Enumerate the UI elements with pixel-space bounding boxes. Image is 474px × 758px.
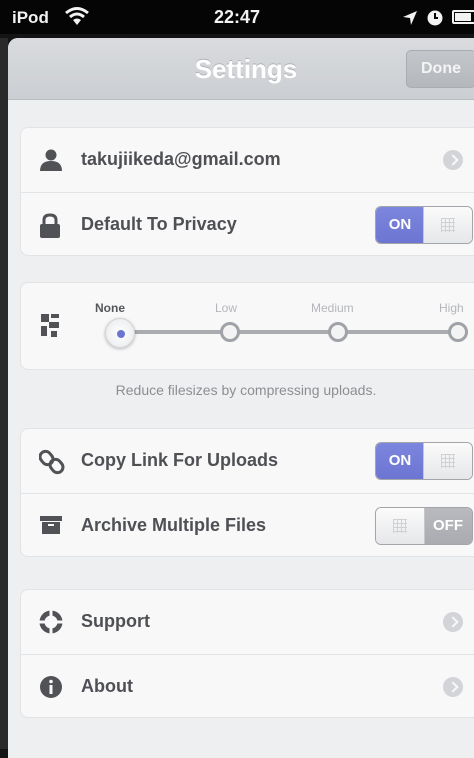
location-arrow-icon — [402, 10, 418, 31]
compression-slider-track[interactable] — [119, 330, 459, 334]
about-label: About — [81, 676, 133, 696]
copy-link-label: Copy Link For Uploads — [81, 450, 279, 470]
level-none-label: None — [95, 301, 125, 315]
alarm-icon — [426, 9, 444, 32]
privacy-toggle[interactable]: ON — [375, 206, 473, 244]
level-medium-label: Medium — [311, 301, 354, 315]
about-row[interactable]: About — [21, 654, 474, 718]
toggle-state-label: ON — [376, 443, 424, 479]
support-row[interactable]: Support — [21, 590, 474, 654]
archive-box-icon — [39, 514, 63, 541]
navigation-bar: Settings Done — [8, 38, 474, 100]
chevron-right-icon — [443, 677, 463, 697]
archive-toggle[interactable]: OFF — [375, 507, 473, 545]
background-edge — [0, 38, 8, 749]
toggle-state-label: ON — [376, 207, 424, 243]
archive-row: Archive Multiple Files OFF — [21, 493, 474, 557]
account-row[interactable]: takujiikeda@gmail.com — [21, 128, 474, 192]
compress-icon — [39, 313, 63, 344]
upload-options-group: Copy Link For Uploads ON Archive Multipl… — [20, 428, 474, 557]
level-low-label: Low — [215, 301, 238, 315]
user-icon — [39, 148, 63, 177]
privacy-row: Default To Privacy ON — [21, 192, 474, 256]
slider-stop-low[interactable] — [220, 322, 240, 342]
compression-slider-thumb[interactable] — [105, 318, 135, 348]
lifebuoy-icon — [39, 610, 63, 639]
link-icon — [38, 449, 65, 480]
support-label: Support — [81, 611, 150, 631]
done-button[interactable]: Done — [406, 50, 474, 88]
status-bar: iPod 22:47 — [0, 0, 474, 34]
slider-stop-high[interactable] — [448, 322, 468, 342]
info-group: Support About — [20, 589, 474, 718]
settings-sheet: Settings Done takujiikeda@gmail.com Defa… — [8, 38, 474, 758]
page-title: Settings — [194, 54, 298, 84]
level-high-label: High — [439, 301, 464, 315]
chevron-right-icon — [443, 612, 463, 632]
lock-icon — [39, 213, 61, 244]
chevron-right-icon — [443, 150, 463, 170]
slider-stop-medium[interactable] — [328, 322, 348, 342]
compression-group: None Low Medium High — [20, 282, 474, 370]
account-email: takujiikeda@gmail.com — [81, 149, 281, 169]
toggle-knob — [423, 443, 472, 479]
info-icon — [39, 675, 63, 704]
copy-link-row: Copy Link For Uploads ON — [21, 429, 474, 493]
battery-icon — [452, 10, 474, 24]
compression-footnote: Reduce filesizes by compressing uploads. — [115, 382, 377, 398]
toggle-knob — [423, 207, 472, 243]
account-group: takujiikeda@gmail.com Default To Privacy… — [20, 127, 474, 256]
archive-label: Archive Multiple Files — [81, 515, 267, 535]
copy-link-toggle[interactable]: ON — [375, 442, 473, 480]
toggle-knob — [376, 508, 425, 544]
privacy-label: Default To Privacy — [81, 214, 237, 234]
toggle-state-label: OFF — [424, 508, 472, 544]
